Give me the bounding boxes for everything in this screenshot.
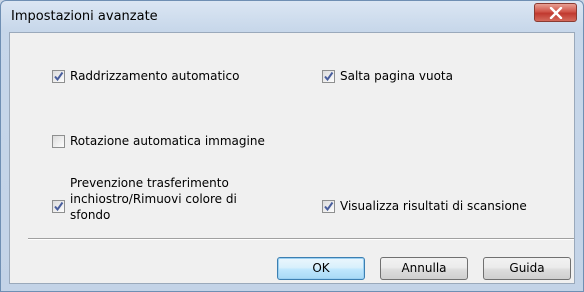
skip-blank-page-checkbox[interactable] xyxy=(322,70,335,83)
auto-deskew-option[interactable]: Raddrizzamento automatico xyxy=(52,69,252,85)
help-button[interactable]: Guida xyxy=(483,257,571,280)
display-scan-results-option[interactable]: Visualizza risultati di scansione xyxy=(322,199,542,215)
bleed-through-label-line-1: Prevenzione trasferimento xyxy=(70,176,229,190)
auto-image-rotation-checkbox[interactable] xyxy=(52,135,65,148)
dialog-title: Impostazioni avanzate xyxy=(11,9,158,24)
bleed-through-prevention-option[interactable]: Prevenzione trasferimento inchiostro/Rim… xyxy=(52,176,272,224)
check-mark-icon xyxy=(324,71,334,82)
auto-deskew-label: Raddrizzamento automatico xyxy=(70,69,240,83)
bleed-through-label-line-2: inchiostro/Rimuovi colore di xyxy=(70,192,237,206)
auto-image-rotation-label: Rotazione automatica immagine xyxy=(70,134,265,148)
close-button[interactable] xyxy=(534,3,577,22)
bleed-through-prevention-checkbox[interactable] xyxy=(52,200,65,213)
skip-blank-page-label: Salta pagina vuota xyxy=(340,69,453,83)
ok-button[interactable]: OK xyxy=(277,257,365,280)
auto-deskew-checkbox[interactable] xyxy=(52,70,65,83)
separator xyxy=(28,238,574,240)
close-icon xyxy=(549,7,563,19)
check-mark-icon xyxy=(324,201,334,212)
bleed-through-label-line-3: sfondo xyxy=(70,208,111,222)
auto-image-rotation-option[interactable]: Rotazione automatica immagine xyxy=(52,134,282,150)
display-scan-results-checkbox[interactable] xyxy=(322,200,335,213)
dialog-body: Raddrizzamento automatico Salta pagina v… xyxy=(9,32,575,284)
skip-blank-page-option[interactable]: Salta pagina vuota xyxy=(322,69,472,85)
display-scan-results-label: Visualizza risultati di scansione xyxy=(340,199,527,213)
advanced-settings-dialog: Impostazioni avanzate Raddrizzamento aut… xyxy=(0,0,584,292)
check-mark-icon xyxy=(54,71,64,82)
cancel-button[interactable]: Annulla xyxy=(380,257,468,280)
title-bar[interactable]: Impostazioni avanzate xyxy=(1,1,583,32)
check-mark-icon xyxy=(54,201,64,212)
